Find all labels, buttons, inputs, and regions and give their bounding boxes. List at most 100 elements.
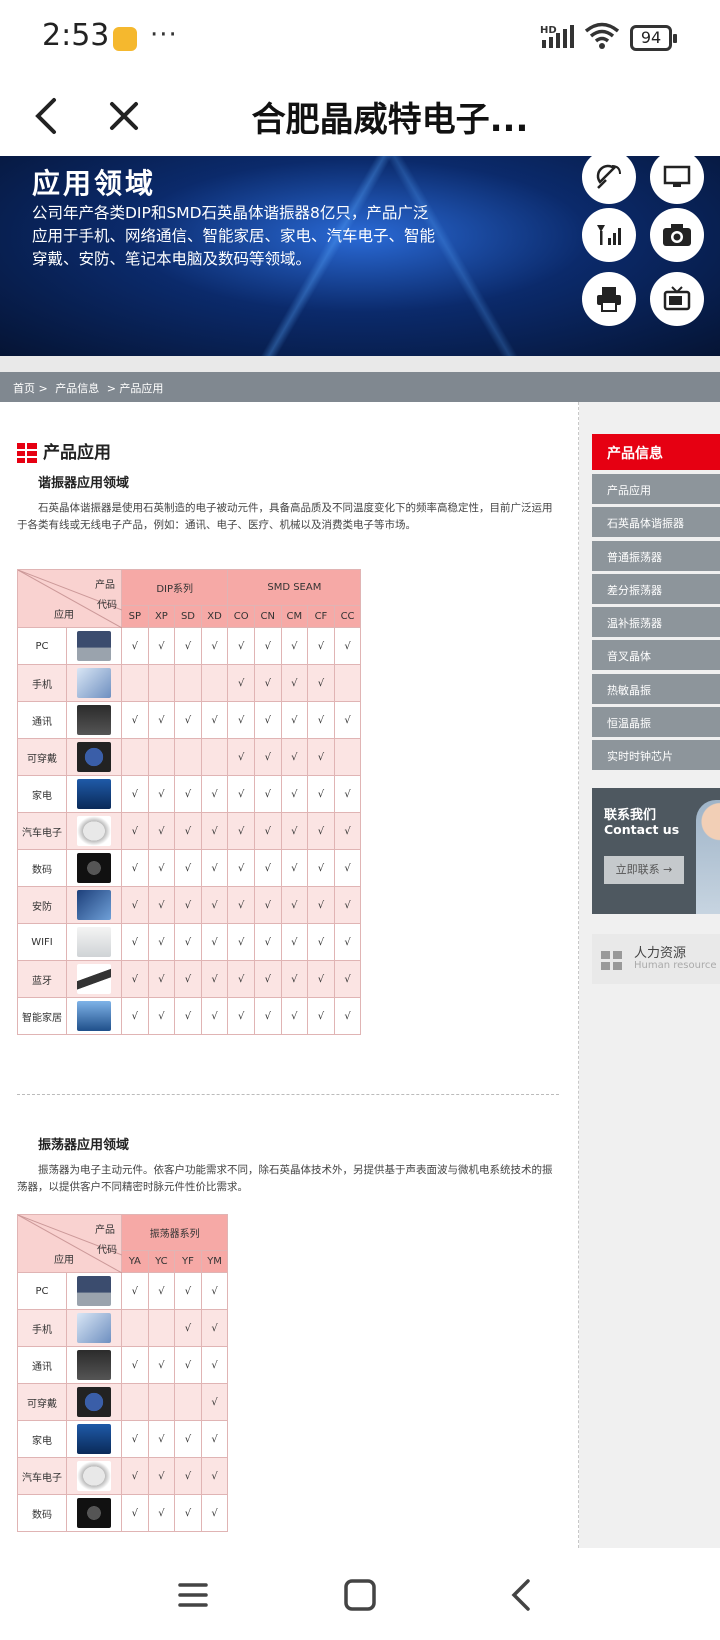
sidebar-item-quartz-resonator[interactable]: 石英晶体谐振器: [592, 507, 720, 538]
check-cell: √: [174, 627, 202, 665]
check-cell: √: [121, 997, 149, 1035]
table-row: 家电 √ √ √ √: [17, 1420, 229, 1458]
home-square-icon[interactable]: [343, 1578, 377, 1612]
main-content: 产品应用 谐振器应用领域 石英晶体谐振器是使用石英制造的电子被动元件，具备高品质…: [0, 402, 578, 1548]
code-header-cell: CC: [333, 605, 362, 628]
check-cell: √: [227, 738, 255, 776]
check-cell: √: [307, 886, 335, 924]
check-cell: √: [147, 1420, 176, 1458]
check-cell: √: [121, 923, 149, 961]
back-chevron-icon[interactable]: [506, 1578, 540, 1612]
hr-title-cn: 人力资源: [634, 946, 687, 961]
application-thumbnail: [77, 1498, 111, 1528]
check-cell: √: [227, 997, 255, 1035]
corner-app-label: 应用: [54, 610, 74, 621]
human-resource-link[interactable]: 人力资源 Human resource: [592, 934, 720, 984]
application-thumbnail: [77, 668, 111, 698]
application-image-cell: [66, 1494, 122, 1532]
code-header-cell: CN: [253, 605, 282, 628]
application-label: 智能家居: [17, 997, 67, 1035]
check-cell: [121, 738, 149, 776]
sidebar-item-rtc-chip[interactable]: 实时时钟芯片: [592, 740, 720, 771]
sidebar-item-product-application[interactable]: 产品应用: [592, 474, 720, 504]
contact-now-button[interactable]: 立即联系 →: [604, 856, 684, 884]
application-label: 安防: [17, 886, 67, 924]
application-image-cell: [66, 1383, 122, 1421]
check-cell: √: [121, 849, 149, 887]
sidebar-heading[interactable]: 产品信息: [592, 434, 720, 470]
check-cell: √: [174, 923, 202, 961]
check-cell: √: [280, 812, 309, 850]
check-cell: √: [200, 1383, 229, 1421]
table-row: 数码 √ √ √ √: [17, 1494, 229, 1532]
sidebar-item-oscillator[interactable]: 普通振荡器: [592, 540, 720, 571]
sidebar-item-differential-oscillator[interactable]: 差分振荡器: [592, 573, 720, 604]
application-thumbnail: [77, 705, 111, 735]
check-cell: √: [280, 960, 309, 998]
table-header-row: 产品 代码 应用 DIP系列 SMD SEAM: [17, 569, 362, 628]
status-more: ···: [150, 20, 178, 50]
system-nav-bar: [0, 1548, 720, 1640]
application-thumbnail: [77, 853, 111, 883]
check-cell: √: [253, 886, 282, 924]
code-header-cell: SD: [174, 605, 202, 628]
check-cell: √: [200, 923, 229, 961]
close-icon[interactable]: [98, 90, 150, 142]
application-thumbnail: [77, 1387, 111, 1417]
application-image-cell: [66, 812, 122, 850]
application-thumbnail: [77, 1350, 111, 1380]
check-cell: √: [227, 664, 255, 702]
breadcrumb-home[interactable]: 首页 >: [13, 382, 48, 395]
application-image-cell: [66, 1346, 122, 1384]
check-cell: √: [147, 812, 176, 850]
table-row: PC √ √ √ √: [17, 1272, 229, 1310]
check-cell: √: [227, 886, 255, 924]
sidebar-item-tcxo[interactable]: 温补振荡器: [592, 607, 720, 638]
contact-title-cn: 联系我们: [604, 808, 657, 823]
sidebar-item-tuning-fork[interactable]: 音叉晶体: [592, 640, 720, 671]
application-image-cell: [66, 1457, 122, 1495]
check-cell: √: [200, 960, 229, 998]
application-image-cell: [66, 1420, 122, 1458]
hero-banner: 应用领域 公司年产各类DIP和SMD石英晶体谐振器8亿只，产品广泛应用于手机、网…: [0, 156, 720, 356]
table-row: 家电 √ √ √ √ √ √ √ √ √: [17, 775, 362, 813]
check-cell: √: [280, 775, 309, 813]
check-cell: [121, 1383, 149, 1421]
breadcrumb-product[interactable]: 产品信息: [55, 382, 99, 395]
check-cell: [200, 738, 229, 776]
check-cell: √: [121, 1457, 149, 1495]
check-cell: √: [307, 997, 335, 1035]
check-cell: √: [280, 627, 309, 665]
table-row: 通讯 √ √ √ √: [17, 1346, 229, 1384]
table-row: 手机 √ √ √ √: [17, 664, 362, 702]
application-label: 汽车电子: [17, 812, 67, 850]
application-image-cell: [66, 664, 122, 702]
check-cell: √: [200, 1457, 229, 1495]
back-arrow-icon[interactable]: [22, 90, 74, 142]
code-header-cell: XD: [200, 605, 229, 628]
check-cell: √: [333, 701, 362, 739]
check-cell: √: [333, 812, 362, 850]
check-cell: √: [174, 701, 202, 739]
check-cell: √: [200, 775, 229, 813]
menu-icon[interactable]: [176, 1578, 210, 1612]
sidebar-item-ocxo[interactable]: 恒温晶振: [592, 707, 720, 738]
table-row: 通讯 √ √ √ √ √ √ √ √ √: [17, 701, 362, 739]
check-cell: √: [333, 923, 362, 961]
check-cell: √: [200, 1420, 229, 1458]
application-thumbnail: [77, 1276, 111, 1306]
notification-app-icon: [113, 27, 137, 51]
check-cell: √: [280, 849, 309, 887]
table-row: 汽车电子 √ √ √ √: [17, 1457, 229, 1495]
check-cell: √: [200, 1494, 229, 1532]
sidebar-item-thermistor-crystal[interactable]: 热敏晶振: [592, 673, 720, 704]
check-cell: √: [253, 812, 282, 850]
table-row: 数码 √ √ √ √ √ √ √ √ √: [17, 849, 362, 887]
table-row: WIFI √ √ √ √ √ √ √ √ √: [17, 923, 362, 961]
code-header-cell: CM: [280, 605, 309, 628]
check-cell: √: [147, 627, 176, 665]
hr-title-en: Human resource: [634, 960, 717, 971]
check-cell: √: [307, 849, 335, 887]
application-thumbnail: [77, 964, 111, 994]
check-cell: √: [253, 664, 282, 702]
